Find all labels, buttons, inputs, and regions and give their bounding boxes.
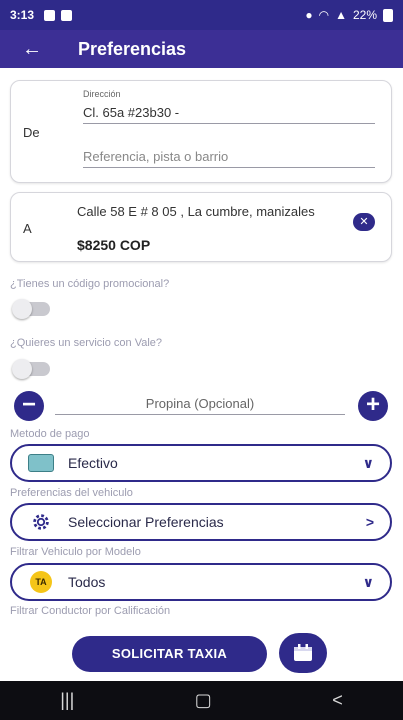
vehicle-prefs-selected: Seleccionar Preferencias [68, 514, 224, 530]
vehicle-model-label: Filtrar Vehiculo por Modelo [10, 546, 141, 558]
status-time: 3:13 [10, 8, 35, 22]
chevron-right-icon: > [365, 514, 374, 530]
signal-icon: ▲ [335, 8, 347, 22]
recent-apps-icon[interactable]: ||| [60, 690, 74, 711]
toggle-knob [12, 359, 32, 379]
status-bar: 3:13 ● ◠ ▲ 22% [0, 0, 403, 30]
tip-input[interactable]: Propina (Opcional) [55, 396, 345, 415]
payment-select[interactable]: Efectivo ∨ [10, 444, 392, 482]
vale-toggle[interactable] [12, 359, 50, 379]
app-bar: ← Preferencias [0, 30, 403, 68]
page-title: Preferencias [78, 38, 187, 59]
request-taxi-button[interactable]: SOLICITAR TAXIA [72, 636, 267, 672]
location-icon: ● [305, 8, 313, 22]
home-icon[interactable]: ▢ [195, 690, 212, 711]
vale-question: ¿Quieres un servicio con Vale? [10, 337, 163, 349]
payment-label: Metodo de pago [10, 428, 90, 440]
cash-icon [28, 452, 54, 474]
system-nav-bar: ||| ▢ < [0, 681, 403, 720]
origin-label: De [23, 125, 40, 140]
trip-price: $8250 COP [77, 237, 151, 253]
address-caption: Dirección [83, 89, 121, 99]
payment-selected: Efectivo [68, 455, 118, 471]
vehicle-prefs-label: Preferencias del vehiculo [10, 487, 133, 499]
arrow-left-icon[interactable]: ← [12, 38, 52, 61]
destination-label: A [23, 221, 32, 236]
increase-tip-button[interactable]: + [358, 391, 388, 421]
vehicle-model-selected: Todos [68, 574, 106, 590]
vehicle-model-select[interactable]: TA Todos ∨ [10, 563, 392, 601]
driver-filter-label: Filtrar Conductor por Calificación [10, 605, 171, 617]
reference-input[interactable]: Referencia, pista o barrio [83, 149, 375, 168]
gear-icon [28, 511, 54, 533]
origin-address-input[interactable]: Cl. 65a #23b30 - [83, 105, 375, 124]
mail-icon [61, 9, 73, 21]
vehicle-prefs-select[interactable]: Seleccionar Preferencias > [10, 503, 392, 541]
close-icon[interactable]: ✕ [353, 213, 375, 231]
schedule-button[interactable] [279, 633, 327, 673]
promo-question: ¿Tienes un código promocional? [10, 278, 170, 290]
wifi-icon: ◠ [318, 8, 330, 22]
battery-icon [383, 8, 393, 22]
origin-card: De Dirección Cl. 65a #23b30 - Referencia… [10, 80, 392, 183]
decrease-tip-button[interactable]: − [14, 391, 44, 421]
destination-address: Calle 58 E # 8 05 , La cumbre, manizales [77, 204, 315, 219]
back-icon[interactable]: < [332, 690, 343, 711]
destination-card[interactable]: A Calle 58 E # 8 05 , La cumbre, manizal… [10, 192, 392, 262]
battery-percent: 22% [352, 8, 377, 22]
calendar-icon [294, 644, 312, 661]
taxi-icon: TA [28, 571, 54, 593]
promo-toggle[interactable] [12, 299, 50, 319]
toggle-knob [12, 299, 32, 319]
chevron-down-icon: ∨ [362, 454, 374, 471]
chevron-down-icon: ∨ [362, 573, 374, 590]
notification-icon [44, 9, 56, 21]
